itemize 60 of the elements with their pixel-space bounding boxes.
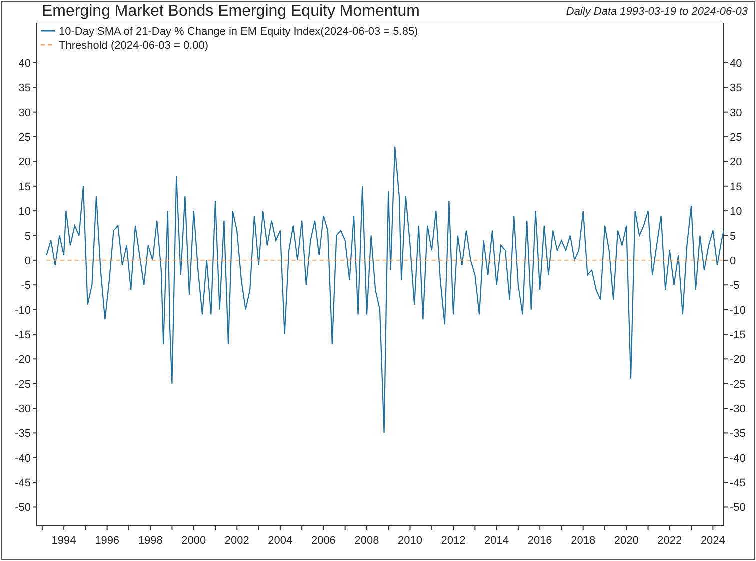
y-tick-label: 0 xyxy=(24,255,31,268)
y-tick-label: -50 xyxy=(730,502,746,514)
y-tick-label: 10 xyxy=(18,206,31,218)
x-tick-label: 2010 xyxy=(398,535,422,547)
x-tick-label: 2014 xyxy=(484,535,510,547)
y-tick-label: 30 xyxy=(730,107,742,120)
x-tick-label: 1998 xyxy=(138,535,163,547)
x-tick-label: 2000 xyxy=(182,535,206,547)
y-tick-label: 0 xyxy=(730,255,736,268)
y-tick-label: 20 xyxy=(730,156,742,169)
y-tick-label: -10 xyxy=(730,304,746,317)
legend-dash-icon xyxy=(41,44,55,46)
y-tick-label: -30 xyxy=(15,404,31,416)
x-tick-label: 2024 xyxy=(700,535,726,547)
x-tick-label: 2020 xyxy=(614,535,639,547)
x-tick-label: 2016 xyxy=(528,535,552,547)
x-tick-label: 2018 xyxy=(571,535,596,547)
chart-title: Emerging Market Bonds Emerging Equity Momentum xyxy=(42,2,420,22)
y-tick-label: -50 xyxy=(15,502,31,514)
y-tick-label: -10 xyxy=(15,304,31,317)
y-tick-label: -5 xyxy=(21,280,31,292)
legend-label: Threshold (2024-06-03 = 0.00) xyxy=(59,40,209,52)
y-tick-label: 25 xyxy=(730,132,742,144)
y-tick-label: -20 xyxy=(15,354,31,366)
x-tick-label: 2022 xyxy=(658,535,682,547)
y-tick-label: 15 xyxy=(730,181,742,194)
y-tick-label: 35 xyxy=(730,82,742,95)
y-tick-label: -40 xyxy=(15,452,31,465)
y-tick-label: -45 xyxy=(730,478,746,490)
y-tick-label: -35 xyxy=(15,428,31,440)
y-tick-label: 10 xyxy=(730,206,742,218)
y-tick-label: -25 xyxy=(15,378,31,391)
x-tick-label: 1996 xyxy=(95,535,120,547)
y-tick-label: -35 xyxy=(730,428,746,440)
y-tick-label: 5 xyxy=(24,230,31,243)
y-tick-label: 20 xyxy=(18,156,31,169)
y-tick-label: -25 xyxy=(730,378,746,391)
y-tick-label: 30 xyxy=(18,107,31,120)
y-tick-label: -30 xyxy=(730,404,746,416)
y-tick-label: 40 xyxy=(730,58,742,70)
date-range-label: Daily Data 1993-03-19 to 2024-06-03 xyxy=(566,5,748,20)
y-tick-label: -5 xyxy=(730,280,740,292)
y-tick-label: 25 xyxy=(18,132,31,144)
y-tick-label: 40 xyxy=(18,58,31,70)
y-tick-label: -15 xyxy=(15,329,31,342)
legend-label: 10-Day SMA of 21-Day % Change in EM Equity Index(2024-06-03 = 5.85) xyxy=(59,26,418,38)
x-tick-label: 2012 xyxy=(441,535,466,547)
y-tick-label: -20 xyxy=(730,354,746,366)
x-tick-label: 1994 xyxy=(52,535,76,547)
y-tick-label: -15 xyxy=(730,329,746,342)
x-tick-label: 2008 xyxy=(354,535,380,547)
x-tick-label: 2002 xyxy=(224,535,250,547)
x-tick-label: 2004 xyxy=(268,535,293,547)
y-tick-label: -45 xyxy=(15,478,31,490)
y-tick-label: 35 xyxy=(18,82,31,95)
y-tick-label: 15 xyxy=(18,181,31,194)
x-tick-label: 2006 xyxy=(311,535,336,547)
y-tick-label: -40 xyxy=(730,452,746,465)
y-tick-label: 5 xyxy=(730,230,736,243)
legend-line-icon xyxy=(41,30,55,32)
